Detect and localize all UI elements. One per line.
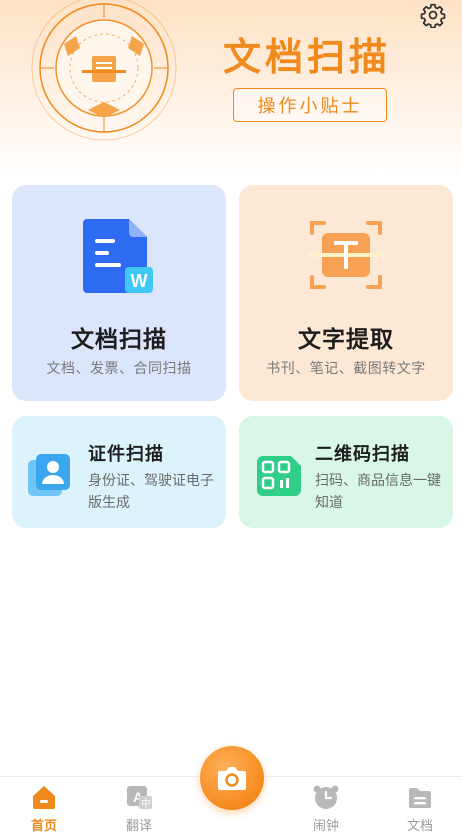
folder-icon	[409, 788, 431, 808]
text-extract-title: 文字提取	[298, 327, 394, 353]
id-scan-card[interactable]: 证件扫描 身份证、驾驶证电子版生成	[12, 416, 226, 528]
tab-clock[interactable]: 闹钟	[291, 783, 361, 835]
tab-home[interactable]: 首页	[9, 783, 79, 835]
text-extract-subtitle: 书刊、笔记、截图转文字	[266, 361, 426, 377]
doc-scan-card[interactable]: W 文档扫描 文档、发票、合同扫描	[12, 185, 226, 401]
text-extract-card[interactable]: 文字提取 书刊、笔记、截图转文字	[239, 185, 453, 401]
word-document-icon: W	[83, 219, 153, 293]
id-card-icon	[28, 454, 70, 496]
qr-scan-subtitle: 扫码、商品信息一键知道	[315, 473, 441, 511]
hero-title: 文档扫描	[222, 35, 391, 79]
tab-docs-label: 文档	[406, 819, 433, 834]
scanner-emblem-icon	[31, 0, 177, 141]
tab-home-label: 首页	[30, 819, 57, 834]
alarm-clock-icon	[313, 785, 339, 809]
camera-button[interactable]	[200, 746, 264, 810]
doc-scan-subtitle: 文档、发票、合同扫描	[46, 361, 192, 377]
camera-icon	[218, 767, 246, 790]
qr-scan-title: 二维码扫描	[315, 444, 410, 465]
text-scan-icon	[308, 221, 384, 289]
doc-scan-title: 文档扫描	[71, 327, 167, 353]
id-scan-subtitle: 身份证、驾驶证电子版生成	[88, 473, 214, 511]
translate-icon: A 中	[127, 786, 152, 810]
id-scan-title: 证件扫描	[88, 444, 164, 465]
tips-button[interactable]: 操作小贴士	[233, 88, 387, 122]
gear-icon[interactable]	[420, 2, 446, 28]
tab-clock-label: 闹钟	[312, 819, 339, 834]
home-icon	[33, 786, 55, 809]
svg-text:中: 中	[141, 797, 151, 810]
tab-translate[interactable]: A 中 翻译	[104, 783, 174, 835]
svg-text:W: W	[131, 271, 148, 291]
qr-code-icon	[257, 456, 301, 496]
tab-translate-label: 翻译	[125, 819, 152, 834]
qr-scan-card[interactable]: 二维码扫描 扫码、商品信息一键知道	[239, 416, 453, 528]
tab-docs[interactable]: 文档	[385, 783, 455, 835]
hero-banner: 文档扫描 操作小贴士	[0, 0, 462, 175]
